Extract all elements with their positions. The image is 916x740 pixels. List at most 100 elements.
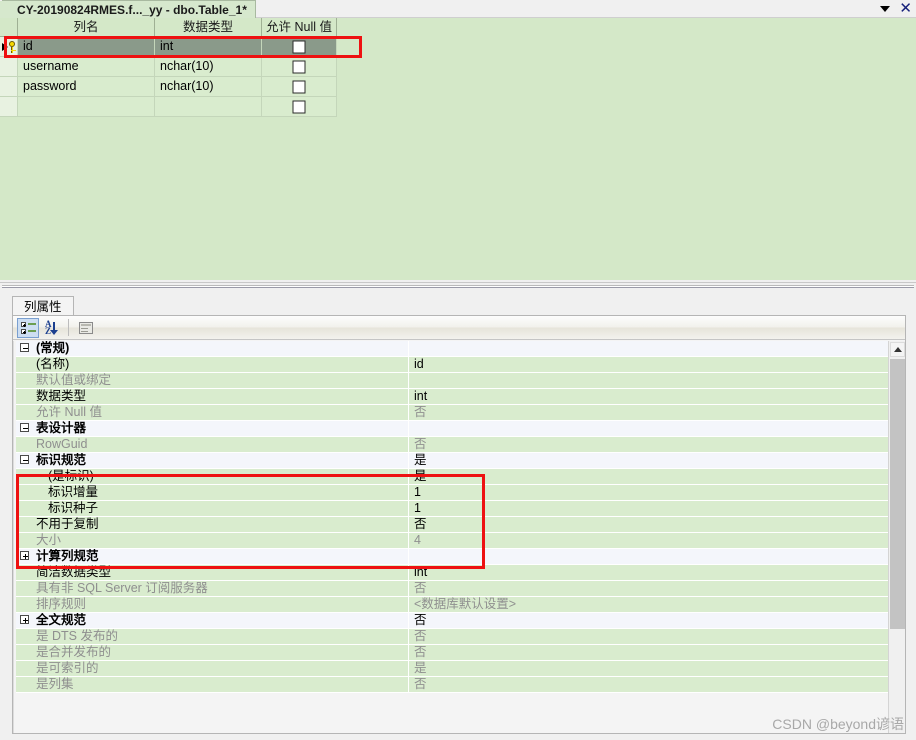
allow-nulls-checkbox[interactable] — [292, 60, 306, 73]
expand-icon[interactable] — [20, 551, 29, 560]
property-value-cell[interactable]: int — [409, 565, 888, 581]
property-category-row[interactable]: 计算列规范 — [16, 549, 888, 565]
property-value-cell[interactable]: 否 — [409, 629, 888, 645]
cell-column-name[interactable] — [18, 97, 155, 117]
property-row[interactable]: (是标识) 是 — [16, 469, 888, 485]
property-value-cell[interactable] — [409, 549, 888, 565]
property-name-cell[interactable]: 简洁数据类型 — [16, 565, 409, 581]
close-icon[interactable]: ✕ — [899, 1, 912, 16]
cell-data-type[interactable] — [155, 97, 262, 117]
property-name-cell[interactable]: 不用于复制 — [16, 517, 409, 533]
property-row[interactable]: 是可索引的 是 — [16, 661, 888, 677]
property-value-cell[interactable]: 4 — [409, 533, 888, 549]
property-category-row[interactable]: 表设计器 — [16, 421, 888, 437]
row-selector[interactable] — [0, 77, 18, 97]
property-value-cell[interactable]: 否 — [409, 517, 888, 533]
table-row[interactable]: id int — [0, 37, 338, 57]
property-name-cell[interactable]: RowGuid — [16, 437, 409, 453]
table-row[interactable]: password nchar(10) — [0, 77, 338, 97]
property-name-cell[interactable]: (是标识) — [16, 469, 409, 485]
property-row[interactable]: RowGuid 否 — [16, 437, 888, 453]
cell-data-type[interactable]: nchar(10) — [155, 57, 262, 77]
property-row[interactable]: 排序规则 <数据库默认设置> — [16, 597, 888, 613]
row-selector[interactable] — [0, 97, 18, 117]
column-definition-grid[interactable]: 列名 数据类型 允许 Null 值 id int username nchar(10)… — [0, 18, 338, 117]
property-name-cell[interactable]: 是可索引的 — [16, 661, 409, 677]
property-value-cell[interactable]: <数据库默认设置> — [409, 597, 888, 613]
cell-column-name[interactable]: password — [18, 77, 155, 97]
property-row[interactable]: 不用于复制 否 — [16, 517, 888, 533]
chevron-down-icon[interactable] — [880, 6, 891, 12]
cell-data-type[interactable]: nchar(10) — [155, 77, 262, 97]
property-pages-icon[interactable] — [75, 318, 97, 338]
document-tab-table-designer[interactable]: CY-20190824RMES.f..._yy - dbo.Table_1* — [2, 0, 256, 18]
expand-icon[interactable] — [20, 615, 29, 624]
property-grid[interactable]: (常规) (名称) id 默认值或绑定 数据类型 int 允许 Null 值否表设计器 Row… — [13, 341, 905, 733]
property-row[interactable]: 简洁数据类型 int — [16, 565, 888, 581]
property-value-cell[interactable]: 否 — [409, 645, 888, 661]
property-row[interactable]: 数据类型 int — [16, 389, 888, 405]
categorized-view-icon[interactable] — [17, 318, 39, 338]
property-row[interactable]: 具有非 SQL Server 订阅服务器 否 — [16, 581, 888, 597]
property-name-cell[interactable]: 标识增量 — [16, 485, 409, 501]
property-name-cell[interactable]: 默认值或绑定 — [16, 373, 409, 389]
cell-allow-nulls[interactable] — [262, 97, 337, 117]
property-row[interactable]: 默认值或绑定 — [16, 373, 888, 389]
alphabetical-sort-icon[interactable]: AZ — [42, 318, 64, 338]
property-value-cell[interactable]: int — [409, 389, 888, 405]
property-name-cell[interactable]: 具有非 SQL Server 订阅服务器 — [16, 581, 409, 597]
property-value-cell[interactable]: 是 — [409, 453, 888, 469]
collapse-icon[interactable] — [20, 343, 29, 352]
property-value-cell[interactable]: 否 — [409, 437, 888, 453]
cell-allow-nulls[interactable] — [262, 57, 337, 77]
scrollbar-thumb[interactable] — [890, 359, 905, 629]
row-selector[interactable] — [0, 57, 18, 77]
property-row[interactable]: 标识种子 1 — [16, 501, 888, 517]
property-name-cell[interactable]: 计算列规范 — [16, 549, 409, 565]
table-row[interactable] — [0, 97, 338, 117]
grid-header-allow-nulls[interactable]: 允许 Null 值 — [262, 18, 337, 36]
property-name-cell[interactable]: 大小 — [16, 533, 409, 549]
property-value-cell[interactable]: 1 — [409, 485, 888, 501]
property-name-cell[interactable]: 是 DTS 发布的 — [16, 629, 409, 645]
tab-column-properties[interactable]: 列属性 — [12, 296, 74, 316]
cell-allow-nulls[interactable] — [262, 77, 337, 97]
cell-data-type[interactable]: int — [155, 37, 262, 57]
property-value-cell[interactable]: 1 — [409, 501, 888, 517]
property-name-cell[interactable]: 是列集 — [16, 677, 409, 693]
property-value-cell[interactable]: 否 — [409, 677, 888, 693]
horizontal-splitter[interactable] — [0, 282, 916, 290]
row-selector[interactable] — [0, 37, 18, 57]
property-row[interactable]: 大小 4 — [16, 533, 888, 549]
property-row[interactable]: 是 DTS 发布的 否 — [16, 629, 888, 645]
property-category-row[interactable]: (常规) — [16, 341, 888, 357]
property-value-cell[interactable]: 否 — [409, 405, 888, 421]
property-value-cell[interactable]: 是 — [409, 661, 888, 677]
property-value-cell[interactable] — [409, 373, 888, 389]
cell-column-name[interactable]: id — [18, 37, 155, 57]
property-value-cell[interactable] — [409, 421, 888, 437]
property-value-cell[interactable]: 否 — [409, 581, 888, 597]
allow-nulls-checkbox[interactable] — [292, 80, 306, 93]
property-category-row[interactable]: 标识规范 是 — [16, 453, 888, 469]
property-row[interactable]: (名称) id — [16, 357, 888, 373]
property-row[interactable]: 是合并发布的 否 — [16, 645, 888, 661]
property-value-cell[interactable]: id — [409, 357, 888, 373]
property-name-cell[interactable]: 标识规范 — [16, 453, 409, 469]
property-name-cell[interactable]: 是合并发布的 — [16, 645, 409, 661]
cell-column-name[interactable]: username — [18, 57, 155, 77]
grid-header-column-name[interactable]: 列名 — [18, 18, 155, 36]
allow-nulls-checkbox[interactable] — [292, 100, 306, 113]
property-name-cell[interactable]: 排序规则 — [16, 597, 409, 613]
scroll-up-icon[interactable] — [890, 342, 905, 357]
property-name-cell[interactable]: 标识种子 — [16, 501, 409, 517]
property-value-cell[interactable] — [409, 341, 888, 357]
collapse-icon[interactable] — [20, 455, 29, 464]
property-category-row[interactable]: 全文规范 否 — [16, 613, 888, 629]
property-value-cell[interactable]: 是 — [409, 469, 888, 485]
allow-nulls-checkbox[interactable] — [292, 40, 306, 53]
property-name-cell[interactable]: 数据类型 — [16, 389, 409, 405]
property-value-cell[interactable]: 否 — [409, 613, 888, 629]
property-name-cell[interactable]: (常规) — [16, 341, 409, 357]
property-row[interactable]: 标识增量 1 — [16, 485, 888, 501]
